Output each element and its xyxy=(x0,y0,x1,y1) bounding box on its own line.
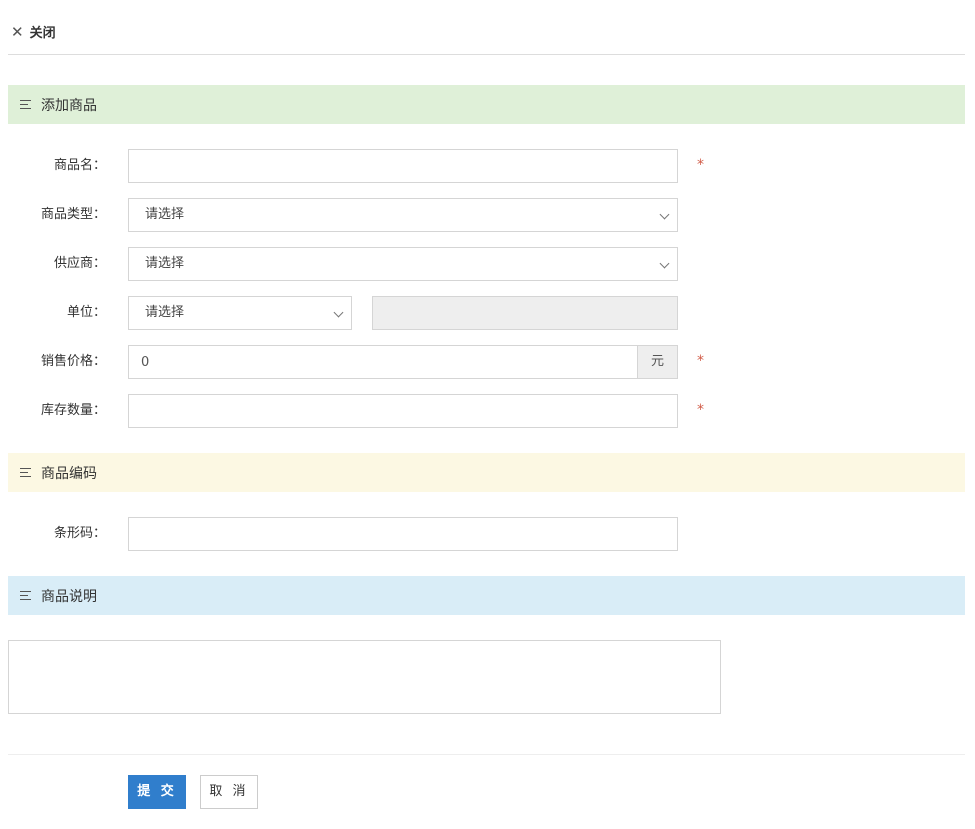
product-type-select[interactable]: 请选择 xyxy=(128,198,678,232)
chevron-down-icon xyxy=(659,209,670,220)
required-mark: * xyxy=(697,402,704,418)
list-icon xyxy=(20,100,32,109)
stock-label: 库存数量： xyxy=(40,403,106,418)
divider xyxy=(8,754,965,755)
required-mark: * xyxy=(697,353,704,369)
currency-addon: 元 xyxy=(637,346,677,378)
barcode-label: 条形码： xyxy=(53,526,106,541)
form-row-stock: 库存数量： * xyxy=(0,394,975,428)
selected-value: 请选择 xyxy=(145,305,185,320)
unit-select[interactable]: 请选择 xyxy=(128,296,352,330)
name-label: 商品名： xyxy=(53,158,106,173)
close-icon: ✕ xyxy=(11,22,24,41)
barcode-field[interactable] xyxy=(128,517,678,551)
selected-value: 请选择 xyxy=(145,256,185,271)
form-row-unit: 单位： 请选择 xyxy=(0,296,975,330)
top-bar: ✕ 关闭 xyxy=(8,0,965,55)
stock-input[interactable] xyxy=(129,395,677,427)
section-title: 商品说明 xyxy=(41,588,97,605)
chevron-down-icon xyxy=(333,307,344,318)
cancel-button[interactable]: 取 消 xyxy=(200,775,258,809)
close-label: 关闭 xyxy=(29,26,56,41)
section-title: 商品编码 xyxy=(41,465,97,482)
form-row-price: 销售价格： 元 * xyxy=(0,345,975,379)
list-icon xyxy=(20,591,32,600)
unit-label: 单位： xyxy=(66,305,106,320)
unit-readonly-input xyxy=(373,297,677,329)
form-row-name: 商品名： * xyxy=(0,149,975,183)
section-title: 添加商品 xyxy=(41,97,97,114)
type-label: 商品类型： xyxy=(40,207,106,222)
form-row-supplier: 供应商： 请选择 xyxy=(0,247,975,281)
form-row-type: 商品类型： 请选择 xyxy=(0,198,975,232)
stock-field[interactable] xyxy=(128,394,678,428)
description-textarea[interactable] xyxy=(8,640,721,714)
section-header-add-product: 添加商品 xyxy=(8,85,965,124)
supplier-label: 供应商： xyxy=(53,256,106,271)
supplier-select[interactable]: 请选择 xyxy=(128,247,678,281)
section-header-product-code: 商品编码 xyxy=(8,453,965,492)
product-name-input[interactable] xyxy=(129,150,677,182)
price-field[interactable]: 元 xyxy=(128,345,678,379)
submit-button[interactable]: 提 交 xyxy=(128,775,186,809)
required-mark: * xyxy=(697,157,704,173)
price-label: 销售价格： xyxy=(40,354,106,369)
form-row-barcode: 条形码： xyxy=(0,517,975,551)
price-input[interactable] xyxy=(129,346,639,378)
unit-readonly-field xyxy=(372,296,678,330)
section-header-product-description: 商品说明 xyxy=(8,576,965,615)
selected-value: 请选择 xyxy=(145,207,185,222)
chevron-down-icon xyxy=(659,258,670,269)
close-button[interactable]: ✕ 关闭 xyxy=(11,22,56,42)
list-icon xyxy=(20,468,32,477)
barcode-input[interactable] xyxy=(129,518,677,550)
product-name-field[interactable] xyxy=(128,149,678,183)
